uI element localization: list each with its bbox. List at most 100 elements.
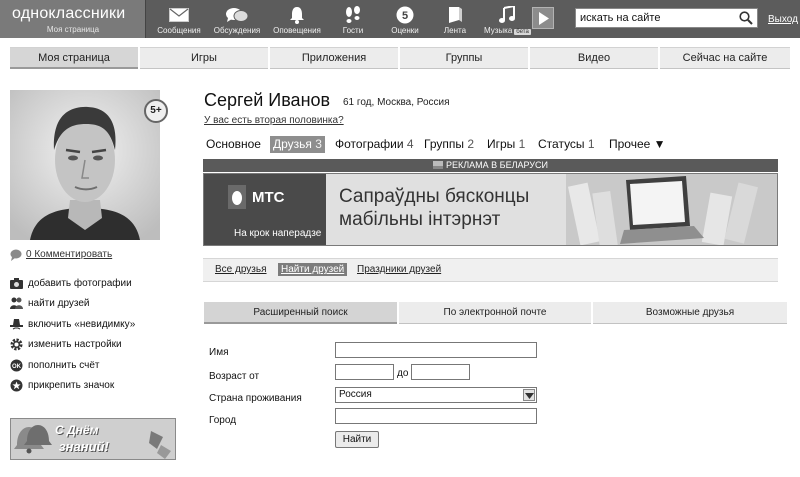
country-label: Страна проживания bbox=[209, 393, 302, 404]
knowledge-banner-line1: С Днём bbox=[55, 423, 99, 437]
tab-groups-label[interactable]: Группы bbox=[424, 137, 464, 151]
nav-feed[interactable]: Лента bbox=[440, 0, 470, 38]
music-play-button[interactable] bbox=[532, 7, 554, 29]
subnav-games[interactable]: Игры bbox=[140, 47, 268, 69]
country-select-value[interactable]: Россия bbox=[339, 389, 372, 400]
tab-groups[interactable]: Группы 2 bbox=[424, 136, 474, 153]
nav-music-label: Музыка бета bbox=[484, 26, 531, 35]
nav-ratings-label: Оценки bbox=[391, 26, 419, 35]
people-icon bbox=[10, 297, 23, 309]
camera-icon bbox=[10, 278, 23, 289]
all-friends-link[interactable]: Все друзья bbox=[215, 264, 267, 275]
tab-more-label[interactable]: Прочее ▼ bbox=[609, 137, 666, 151]
laptop-illustration bbox=[567, 176, 758, 245]
action-settings-label[interactable]: изменить настройки bbox=[28, 339, 122, 350]
logo-subtitle[interactable]: Моя страница bbox=[0, 25, 146, 34]
comment-link[interactable]: 0 Комментировать bbox=[26, 249, 112, 260]
tab-friends-label[interactable]: Друзья bbox=[273, 137, 312, 151]
tab-games-label[interactable]: Игры bbox=[487, 137, 515, 151]
subnav-my-page[interactable]: Моя страница bbox=[10, 47, 138, 69]
nav-messages[interactable]: Сообщения bbox=[157, 0, 201, 38]
friends-holidays-link[interactable]: Праздники друзей bbox=[357, 264, 441, 275]
nav-ratings[interactable]: 5 Оценки bbox=[388, 0, 422, 38]
name-input[interactable] bbox=[335, 342, 537, 358]
avatar-photo bbox=[10, 90, 160, 240]
chat-bubbles-icon bbox=[216, 6, 258, 24]
site-logo[interactable]: одноклассники Моя страница bbox=[0, 0, 146, 38]
comment-icon bbox=[10, 249, 22, 261]
nav-discussions[interactable]: Обсуждения bbox=[214, 0, 260, 38]
knowledge-banner-line2: знаний! bbox=[59, 439, 109, 454]
tab-friends[interactable]: Друзья 3 bbox=[270, 136, 325, 153]
svg-text:OK: OK bbox=[12, 364, 22, 370]
envelope-icon bbox=[158, 6, 200, 24]
tab-statuses-label[interactable]: Статусы bbox=[538, 137, 585, 151]
nav-feed-label: Лента bbox=[443, 26, 467, 35]
tab-email-search[interactable]: По электронной почте bbox=[399, 302, 591, 324]
age-to-label: до bbox=[397, 368, 409, 379]
beta-badge: бета bbox=[514, 29, 531, 35]
ad-banner[interactable]: МТС На крок наперадзе Сапраўдны бясконцы… bbox=[203, 173, 778, 246]
subnav-apps[interactable]: Приложения bbox=[270, 47, 398, 69]
tab-main[interactable]: Основное bbox=[206, 136, 261, 153]
action-add-photos-label[interactable]: добавить фотографии bbox=[28, 278, 132, 289]
site-search-text[interactable]: искать на сайте bbox=[580, 12, 660, 24]
tab-groups-count[interactable]: 2 bbox=[467, 137, 474, 151]
nav-messages-label: Сообщения bbox=[157, 26, 201, 35]
action-top-up-label[interactable]: пополнить счёт bbox=[28, 360, 99, 371]
age-from-input[interactable] bbox=[335, 364, 394, 380]
ad-slogan: На крок наперадзе bbox=[234, 228, 322, 239]
name-label: Имя bbox=[209, 347, 229, 358]
music-note-icon bbox=[490, 6, 524, 24]
bell-icon bbox=[276, 6, 318, 24]
subnav-video[interactable]: Видео bbox=[530, 47, 658, 69]
tab-more[interactable]: Прочее ▼ bbox=[609, 136, 666, 153]
gear-icon bbox=[10, 338, 23, 351]
ad-label-text: РЕКЛАМА В БЕЛАРУСИ bbox=[446, 160, 548, 170]
logo-title[interactable]: одноклассники bbox=[12, 5, 125, 23]
ad-brand-panel: МТС На крок наперадзе bbox=[204, 174, 326, 245]
chevron-down-icon[interactable] bbox=[523, 389, 535, 401]
logout-link[interactable]: Выход bbox=[768, 14, 798, 25]
tab-friends-count[interactable]: 3 bbox=[315, 137, 322, 151]
tab-main-label[interactable]: Основное bbox=[206, 137, 261, 151]
tab-advanced-search[interactable]: Расширенный поиск bbox=[204, 302, 397, 324]
search-icon[interactable] bbox=[739, 11, 753, 25]
tab-games-count[interactable]: 1 bbox=[519, 137, 526, 151]
ad-brand: МТС bbox=[252, 189, 285, 206]
avatar[interactable] bbox=[10, 90, 160, 240]
tab-photos-count[interactable]: 4 bbox=[407, 137, 414, 151]
partner-link[interactable]: У вас есть вторая половинка? bbox=[204, 115, 344, 126]
tab-statuses-count[interactable]: 1 bbox=[588, 137, 595, 151]
nav-music-text: Музыка bbox=[484, 26, 513, 35]
subnav-groups[interactable]: Группы bbox=[400, 47, 528, 69]
action-find-friends-label[interactable]: найти друзей bbox=[28, 298, 90, 309]
subnav-online-now[interactable]: Сейчас на сайте bbox=[660, 47, 790, 69]
nav-notifications[interactable]: Оповещения bbox=[273, 0, 321, 38]
action-attach-badge-label[interactable]: прикрепить значок bbox=[28, 380, 114, 391]
tab-photos-label[interactable]: Фотографии bbox=[335, 137, 404, 151]
profile-meta: 61 год, Москва, Россия bbox=[343, 97, 450, 108]
age-to-input[interactable] bbox=[411, 364, 470, 380]
ad-laptop-image bbox=[566, 174, 777, 245]
tab-games[interactable]: Игры 1 bbox=[487, 136, 525, 153]
top-bar: одноклассники Моя страница Сообщения Обс… bbox=[0, 0, 800, 38]
age-label: Возраст от bbox=[209, 371, 260, 382]
find-button[interactable]: Найти bbox=[335, 431, 379, 448]
find-friends-link[interactable]: Найти друзей bbox=[278, 263, 348, 276]
ad-label: РЕКЛАМА В БЕЛАРУСИ bbox=[203, 159, 778, 172]
knowledge-day-banner[interactable]: С Днём знаний! bbox=[10, 418, 176, 460]
ok-coin-icon: OK bbox=[10, 359, 23, 372]
footprints-icon bbox=[338, 6, 368, 24]
nav-guests[interactable]: Гости bbox=[338, 0, 368, 38]
city-input[interactable] bbox=[335, 408, 537, 424]
site-search-input[interactable]: искать на сайте bbox=[575, 8, 758, 28]
tab-statuses[interactable]: Статусы 1 bbox=[538, 136, 595, 153]
country-select[interactable]: Россия bbox=[335, 387, 537, 403]
flag-icon bbox=[433, 161, 443, 169]
tab-photos[interactable]: Фотографии 4 bbox=[335, 136, 414, 153]
ad-headline-1: Сапраўдны бясконцы bbox=[339, 186, 530, 207]
nav-music[interactable]: Музыка бета bbox=[484, 0, 531, 38]
action-invisible-mode-label[interactable]: включить «невидимку» bbox=[28, 319, 135, 330]
tab-possible-friends[interactable]: Возможные друзья bbox=[593, 302, 787, 324]
